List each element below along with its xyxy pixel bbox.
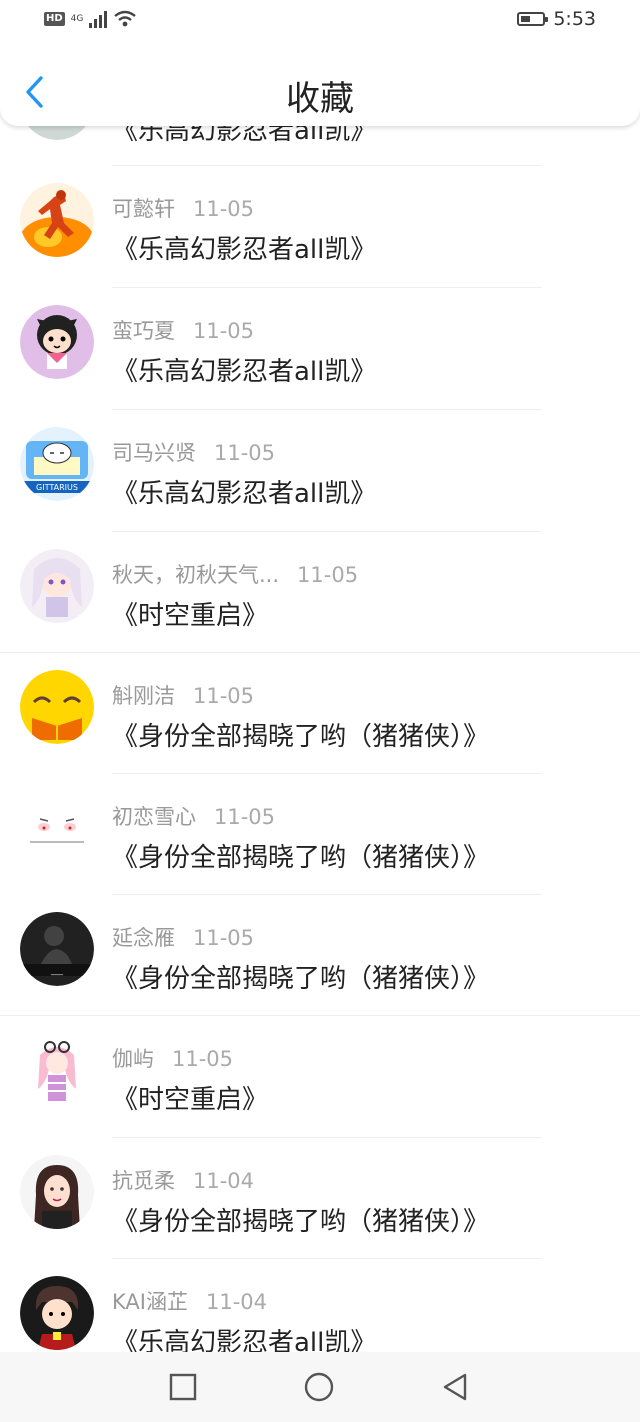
cartoon-girl-avatar[interactable] <box>20 305 94 379</box>
battery-icon <box>517 12 549 26</box>
item-date: 11-04 <box>193 1169 255 1193</box>
list-item[interactable]: 初恋雪心 11-05 《身份全部揭晓了哟（猪猪侠）》 <box>0 773 640 895</box>
status-right: 5:53 <box>517 8 596 30</box>
item-date: 11-04 <box>205 1290 267 1314</box>
item-meta: 司马兴贤 11-05 <box>112 437 275 467</box>
user-name[interactable]: 秋天，初秋天气... <box>112 559 279 589</box>
blush-face-avatar[interactable] <box>20 791 94 865</box>
runner-avatar[interactable] <box>20 183 94 257</box>
list-item[interactable]: 斛刚洁 11-05 《身份全部揭晓了哟（猪猪侠）》 <box>0 652 640 774</box>
item-meta: 斛刚洁 11-05 <box>112 680 254 710</box>
work-title[interactable]: 《时空重启》 <box>112 1079 268 1116</box>
photo-girl-avatar[interactable] <box>20 1155 94 1229</box>
svg-text:___: ___ <box>50 966 64 975</box>
clock: 5:53 <box>553 8 596 30</box>
item-meta: 抗觅柔 11-04 <box>112 1165 254 1195</box>
work-title[interactable]: 《身份全部揭晓了哟（猪猪侠）》 <box>112 716 489 753</box>
user-name[interactable]: 司马兴贤 <box>112 437 196 467</box>
item-date: 11-05 <box>193 684 255 708</box>
list-item[interactable]: 蛮巧夏 11-05 《乐高幻影忍者all凯》 <box>0 287 640 410</box>
home-circle-icon[interactable] <box>304 1372 334 1402</box>
item-date: 11-05 <box>193 319 255 343</box>
user-name[interactable]: 蛮巧夏 <box>112 315 175 345</box>
list-item[interactable]: 秋天，初秋天气... 11-05 《时空重启》 <box>0 531 640 653</box>
item-date: 11-05 <box>193 926 255 950</box>
item-date: 11-05 <box>214 441 276 465</box>
back-triangle-icon[interactable] <box>440 1372 470 1402</box>
user-name[interactable]: 伽屿 <box>112 1043 154 1073</box>
item-date: 11-05 <box>172 1047 234 1071</box>
item-date: 11-05 <box>193 197 255 221</box>
work-title[interactable]: 《乐高幻影忍者all凯》 <box>112 473 376 510</box>
list-item[interactable]: GITTARIUS 司马兴贤 11-05 《乐高幻影忍者all凯》 <box>0 409 640 532</box>
item-meta: 伽屿 11-05 <box>112 1043 233 1073</box>
work-title[interactable]: 《时空重启》 <box>112 595 268 632</box>
signal-icon <box>89 10 108 28</box>
work-title[interactable]: 《身份全部揭晓了哟（猪猪侠）》 <box>112 1201 489 1238</box>
status-left: HD 4G <box>44 10 137 28</box>
smiley-avatar[interactable] <box>20 670 94 744</box>
cartoon-boy-avatar[interactable] <box>20 1276 94 1350</box>
list-item[interactable]: ___ 延念雁 11-05 《身份全部揭晓了哟（猪猪侠）》 <box>0 894 640 1016</box>
sagittarius-avatar[interactable]: GITTARIUS <box>20 427 94 501</box>
list-item[interactable]: 伽屿 11-05 《时空重启》 <box>0 1015 640 1138</box>
anime-girl-avatar[interactable] <box>20 549 94 623</box>
list-item[interactable]: 可懿轩 11-05 《乐高幻影忍者all凯》 <box>0 165 640 288</box>
item-date: 11-05 <box>214 805 276 829</box>
network-type: 4G <box>70 13 84 24</box>
user-name[interactable]: 斛刚洁 <box>112 680 175 710</box>
page-title: 收藏 <box>286 79 354 119</box>
item-meta: 可懿轩 11-05 <box>112 193 254 223</box>
item-meta: 蛮巧夏 11-05 <box>112 315 254 345</box>
work-title[interactable]: 《乐高幻影忍者all凯》 <box>112 351 376 388</box>
item-date: 11-05 <box>297 563 359 587</box>
work-title[interactable]: 《身份全部揭晓了哟（猪猪侠）》 <box>112 958 489 995</box>
work-title[interactable]: 《乐高幻影忍者all凯》 <box>112 229 376 266</box>
user-name[interactable]: 延念雁 <box>112 922 175 952</box>
item-meta: KAI涵芷 11-04 <box>112 1286 267 1316</box>
navigation-bar <box>0 1352 640 1422</box>
item-meta: 延念雁 11-05 <box>112 922 254 952</box>
work-title[interactable]: 《身份全部揭晓了哟（猪猪侠）》 <box>112 837 489 874</box>
item-meta: 初恋雪心 11-05 <box>112 801 275 831</box>
user-name[interactable]: 抗觅柔 <box>112 1165 175 1195</box>
hd-icon: HD <box>44 12 65 26</box>
recents-square-icon[interactable] <box>168 1372 198 1402</box>
user-name[interactable]: 初恋雪心 <box>112 801 196 831</box>
dark-avatar[interactable]: ___ <box>20 912 94 986</box>
item-meta: 秋天，初秋天气... 11-05 <box>112 559 358 589</box>
pink-anime-avatar[interactable] <box>20 1033 94 1107</box>
list-item[interactable]: 抗觅柔 11-04 《身份全部揭晓了哟（猪猪侠）》 <box>0 1137 640 1259</box>
svg-text:GITTARIUS: GITTARIUS <box>36 483 78 492</box>
status-bar: HD 4G 5:53 <box>0 0 640 44</box>
user-name[interactable]: 可懿轩 <box>112 193 175 223</box>
wifi-icon <box>114 10 137 27</box>
user-name[interactable]: KAI涵芷 <box>112 1286 188 1316</box>
